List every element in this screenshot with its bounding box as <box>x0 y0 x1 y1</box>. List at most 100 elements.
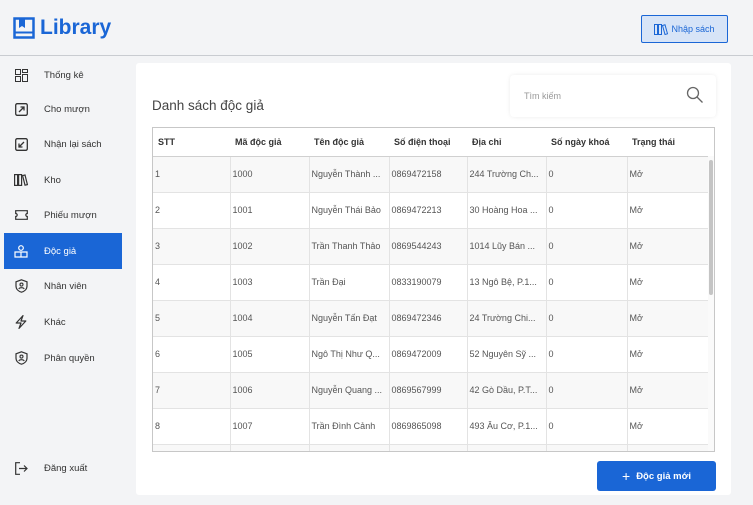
column-header-reader-id[interactable]: Mã độc giả <box>230 128 309 157</box>
search-box <box>510 75 716 117</box>
cell-status: Mở <box>627 192 710 229</box>
sidebar-item-statistics[interactable]: Thống kê <box>4 57 122 93</box>
cell-status: Mở <box>627 228 710 265</box>
cell-phone: 0869472213 <box>389 192 468 229</box>
cell-stt: 4 <box>153 264 231 301</box>
cell-stt: 5 <box>153 300 231 337</box>
table-row[interactable]: 3 1002 Trần Thanh Thảo 0869544243 1014 Lũy B… <box>153 228 710 265</box>
cell-reader-id: 1007 <box>230 408 310 445</box>
cell-stt: 6 <box>153 336 231 373</box>
logout-button[interactable]: Đăng xuất <box>4 450 122 486</box>
cell-phone: 0869472158 <box>389 156 468 193</box>
cell-lock-days: 0 <box>546 264 628 301</box>
arrow-down-left-box-icon <box>14 137 28 151</box>
shield-user-icon <box>14 279 28 293</box>
sidebar-item-permissions[interactable]: Phân quyền <box>4 340 122 376</box>
cell-phone: 0869472009 <box>389 336 468 373</box>
sidebar-item-label: Phân quyền <box>44 352 95 364</box>
column-header-stt[interactable]: STT <box>153 128 230 157</box>
sidebar-item-label: Kho <box>44 174 61 186</box>
sidebar-item-inventory[interactable]: Kho <box>4 162 122 198</box>
cell-address: 1014 Lũy Bán ... <box>467 228 547 265</box>
app-logo: Library <box>13 17 111 39</box>
cell-address: 244 Trường Ch... <box>467 156 547 193</box>
cell-address: 42 Gò Dầu, P.T... <box>467 372 547 409</box>
add-reader-button[interactable]: + Độc giả mới <box>597 461 716 491</box>
sidebar-item-label: Khác <box>44 316 66 328</box>
column-header-reader-name[interactable]: Tên độc giả <box>309 128 389 157</box>
sidebar-item-label: Thống kê <box>44 69 84 81</box>
cell-address: 24 Trường Chi... <box>467 300 547 337</box>
app-title: Library <box>40 16 112 39</box>
table-row[interactable]: 91008Phạm Trọng Bảo091467208721 Nguyễn H… <box>153 444 710 451</box>
cell-status: Mở <box>627 444 710 451</box>
sidebar-item-label: Nhân viên <box>44 280 87 292</box>
cell-stt: 9 <box>153 444 231 451</box>
cell-phone: 0833190079 <box>389 264 468 301</box>
table-row[interactable]: 6 1005 Ngô Thị Như Q... 0869472009 52 Nguyên… <box>153 336 710 373</box>
sidebar-item-label: Phiếu mượn <box>44 209 97 221</box>
cell-lock-days: 0 <box>546 156 628 193</box>
cell-stt: 7 <box>153 372 231 409</box>
table-row[interactable]: 7 1006 Nguyễn Quang ... 0869567999 42 Gò Dầu… <box>153 372 710 409</box>
table-body: 1 1000 Nguyễn Thành ... 0869472158 244 Trườn… <box>153 156 710 451</box>
cell-lock-days: 0 <box>546 408 628 445</box>
import-books-button[interactable]: Nhập sách <box>641 15 728 43</box>
cell-status: Mở <box>627 156 710 193</box>
books-icon <box>14 173 28 187</box>
search-icon[interactable] <box>686 86 704 104</box>
cell-lock-days: 0 <box>546 192 628 229</box>
cell-address: 30 Hoàng Hoa ... <box>467 192 547 229</box>
cell-phone: 0869544243 <box>389 228 468 265</box>
sidebar-item-return[interactable]: Nhận lại sách <box>4 126 122 162</box>
table-row[interactable]: 2 1001 Nguyễn Thái Bảo 0869472213 30 Hoàng H… <box>153 192 710 229</box>
scrollbar-thumb[interactable] <box>709 160 713 295</box>
cell-stt: 2 <box>153 192 231 229</box>
cell-lock-days: 0 <box>546 228 628 265</box>
search-input[interactable] <box>524 91 674 101</box>
cell-stt: 1 <box>153 156 231 193</box>
sidebar-item-readers[interactable]: Độc giả <box>4 233 122 269</box>
cell-status: Mở <box>627 408 710 445</box>
cell-phone: 0869472346 <box>389 300 468 337</box>
cell-status: Mở <box>627 336 710 373</box>
cell-reader-name: Trần Đại <box>309 264 390 301</box>
cell-address: 493 Âu Cơ, P.1... <box>467 408 547 445</box>
dashboard-icon <box>14 68 28 82</box>
plus-icon: + <box>622 468 631 484</box>
cell-status: Mở <box>627 372 710 409</box>
cell-lock-days: 0 <box>546 300 628 337</box>
cell-phone: 0869865098 <box>389 408 468 445</box>
cell-reader-name: Nguyễn Thành ... <box>309 156 390 193</box>
sidebar-item-lend[interactable]: Cho mượn <box>4 91 122 127</box>
app-header: Library Nhập sách <box>0 0 753 56</box>
cell-reader-name: Ngô Thị Như Q... <box>309 336 390 373</box>
cell-reader-id: 1003 <box>230 264 310 301</box>
table-row[interactable]: 4 1003 Trần Đại 0833190079 13 Ngô Bệ, P.1...… <box>153 264 710 301</box>
cell-lock-days: 0 <box>546 444 628 451</box>
logout-label: Đăng xuất <box>44 462 88 474</box>
cell-reader-name: Nguyễn Tấn Đạt <box>309 300 390 337</box>
sidebar-item-other[interactable]: Khác <box>4 304 122 340</box>
table-row[interactable]: 5 1004 Nguyễn Tấn Đạt 0869472346 24 Trường C… <box>153 300 710 337</box>
cell-reader-id: 1001 <box>230 192 310 229</box>
cell-reader-id: 1008 <box>230 444 310 451</box>
column-header-lock-days[interactable]: Số ngày khoá <box>546 128 627 157</box>
cell-phone: 0914672087 <box>389 444 468 451</box>
cell-reader-name: Trần Thanh Thảo <box>309 228 390 265</box>
column-header-address[interactable]: Địa chỉ <box>467 128 546 157</box>
cell-reader-name: Nguyễn Quang ... <box>309 372 390 409</box>
book-logo-icon <box>13 17 35 39</box>
shield-user-icon <box>14 351 28 365</box>
table-row[interactable]: 8 1007 Trần Đình Cảnh 0869865098 493 Âu Cơ, … <box>153 408 710 445</box>
sidebar-item-staff[interactable]: Nhân viên <box>4 268 122 304</box>
sidebar-item-loan-slips[interactable]: Phiếu mượn <box>4 197 122 233</box>
table-row[interactable]: 1 1000 Nguyễn Thành ... 0869472158 244 Trườn… <box>153 156 710 193</box>
column-header-phone[interactable]: Số điện thoại <box>389 128 467 157</box>
cell-address: 13 Ngô Bệ, P.1... <box>467 264 547 301</box>
add-reader-label: Độc giả mới <box>636 470 691 482</box>
page-title: Danh sách độc giả <box>152 98 264 113</box>
column-header-status[interactable]: Trạng thái <box>627 128 710 157</box>
sidebar-item-label: Độc giả <box>44 245 77 257</box>
cell-reader-id: 1005 <box>230 336 310 373</box>
